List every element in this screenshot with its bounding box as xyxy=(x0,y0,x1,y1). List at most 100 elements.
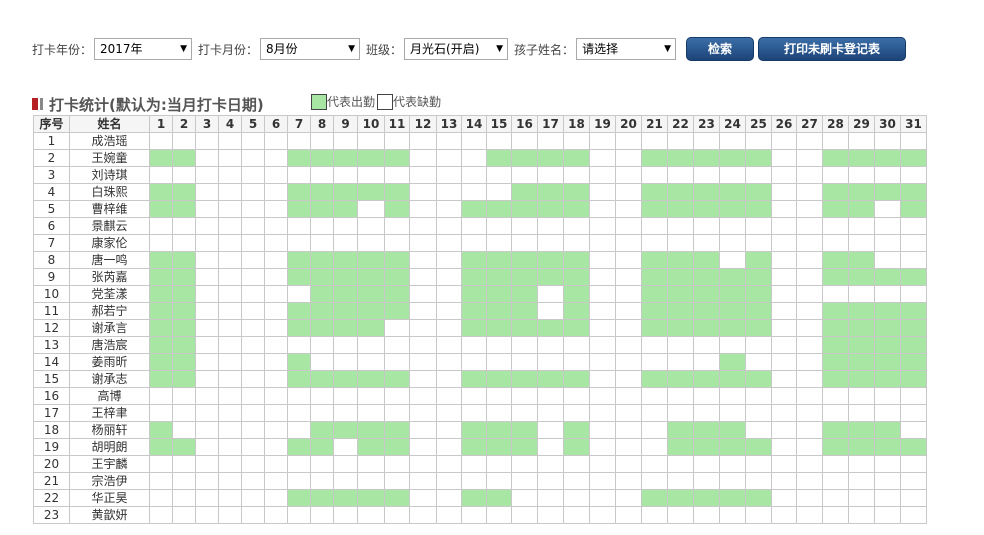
attendance-cell-present xyxy=(333,200,358,218)
attendance-cell-absent xyxy=(172,472,196,490)
header-day: 24 xyxy=(719,115,746,133)
attendance-cell-present xyxy=(719,489,746,507)
attendance-cell-absent xyxy=(264,370,288,388)
attendance-cell-absent xyxy=(264,183,288,201)
attendance-cell-absent xyxy=(486,404,512,422)
attendance-cell-present xyxy=(461,370,487,388)
attendance-cell-present xyxy=(384,438,410,456)
filter-bar: 打卡年份： 2017年 ▼ 打卡月份： 8月份 ▼ 班级： 月光石(开启) ▼ … xyxy=(32,36,907,62)
attendance-cell-absent xyxy=(461,472,487,490)
row-index: 4 xyxy=(33,183,70,201)
attendance-cell-absent xyxy=(241,302,265,320)
attendance-cell-absent xyxy=(589,421,616,439)
attendance-cell-present xyxy=(511,370,538,388)
table-row: 16 高博 xyxy=(33,387,927,405)
attendance-cell-absent xyxy=(436,353,462,371)
row-index: 9 xyxy=(33,268,70,286)
header-day: 31 xyxy=(900,115,927,133)
attendance-cell-absent xyxy=(287,387,311,405)
class-select[interactable]: 月光石(开启) ▼ xyxy=(404,38,509,60)
attendance-cell-present xyxy=(745,149,772,167)
attendance-cell-absent xyxy=(149,234,173,252)
attendance-cell-absent xyxy=(822,285,849,303)
attendance-cell-absent xyxy=(149,472,173,490)
child-name: 唐一鸣 xyxy=(69,251,150,269)
attendance-cell-absent xyxy=(745,336,772,354)
attendance-cell-absent xyxy=(264,404,288,422)
attendance-cell-present xyxy=(693,285,720,303)
attendance-cell-absent xyxy=(172,404,196,422)
attendance-cell-absent xyxy=(264,268,288,286)
row-index: 6 xyxy=(33,217,70,235)
attendance-cell-absent xyxy=(848,455,875,473)
attendance-cell-absent xyxy=(511,404,538,422)
attendance-cell-absent xyxy=(409,200,437,218)
attendance-cell-absent xyxy=(874,489,901,507)
attendance-cell-absent xyxy=(486,183,512,201)
child-select-value: 请选择 xyxy=(582,42,619,56)
attendance-cell-absent xyxy=(195,472,219,490)
attendance-cell-absent xyxy=(409,132,437,150)
table-row: 18 杨丽轩 xyxy=(33,421,927,439)
attendance-cell-absent xyxy=(241,455,265,473)
attendance-cell-absent xyxy=(537,285,564,303)
attendance-cell-present xyxy=(310,149,334,167)
attendance-cell-absent xyxy=(241,268,265,286)
attendance-cell-absent xyxy=(615,268,642,286)
attendance-cell-absent xyxy=(771,166,797,184)
attendance-cell-present xyxy=(486,149,512,167)
attendance-cell-present xyxy=(384,183,410,201)
attendance-cell-present xyxy=(149,353,173,371)
attendance-cell-absent xyxy=(357,200,385,218)
attendance-cell-absent xyxy=(149,506,173,524)
attendance-cell-present xyxy=(563,319,590,337)
attendance-cell-absent xyxy=(264,251,288,269)
attendance-cell-absent xyxy=(771,387,797,405)
attendance-cell-present xyxy=(357,285,385,303)
attendance-cell-absent xyxy=(719,506,746,524)
attendance-cell-absent xyxy=(287,336,311,354)
attendance-cell-absent xyxy=(537,421,564,439)
month-select[interactable]: 8月份 ▼ xyxy=(260,38,361,60)
attendance-cell-present xyxy=(874,421,901,439)
attendance-cell-present xyxy=(310,421,334,439)
attendance-cell-present xyxy=(667,370,694,388)
attendance-cell-absent xyxy=(848,285,875,303)
attendance-cell-present xyxy=(874,336,901,354)
attendance-cell-absent xyxy=(436,200,462,218)
class-label: 班级： xyxy=(366,42,403,57)
child-select[interactable]: 请选择 ▼ xyxy=(576,38,677,60)
legend: 代表出勤 代表缺勤 xyxy=(311,93,443,110)
attendance-cell-absent xyxy=(172,234,196,252)
attendance-cell-present xyxy=(900,438,927,456)
attendance-cell-present xyxy=(511,183,538,201)
table-row: 11 郝若宁 xyxy=(33,302,927,320)
attendance-cell-present xyxy=(287,302,311,320)
attendance-cell-present xyxy=(333,149,358,167)
attendance-cell-absent xyxy=(195,234,219,252)
search-button[interactable]: 检索 xyxy=(686,37,755,61)
attendance-cell-absent xyxy=(436,132,462,150)
attendance-cell-absent xyxy=(310,166,334,184)
attendance-cell-absent xyxy=(436,455,462,473)
attendance-cell-absent xyxy=(563,489,590,507)
attendance-cell-absent xyxy=(589,302,616,320)
attendance-cell-absent xyxy=(796,166,823,184)
table-row: 5 曹梓维 xyxy=(33,200,927,218)
attendance-cell-absent xyxy=(461,353,487,371)
attendance-cell-absent xyxy=(409,285,437,303)
print-unswiped-button[interactable]: 打印未刷卡登记表 xyxy=(758,37,907,61)
attendance-cell-absent xyxy=(218,472,242,490)
child-name: 王宇麟 xyxy=(69,455,150,473)
attendance-cell-present xyxy=(461,319,487,337)
attendance-cell-present xyxy=(900,370,927,388)
attendance-cell-present xyxy=(149,200,173,218)
year-select[interactable]: 2017年 ▼ xyxy=(94,38,193,60)
attendance-cell-present xyxy=(693,489,720,507)
attendance-cell-absent xyxy=(486,217,512,235)
attendance-cell-absent xyxy=(563,455,590,473)
attendance-cell-absent xyxy=(241,387,265,405)
attendance-cell-absent xyxy=(796,353,823,371)
attendance-cell-present xyxy=(537,370,564,388)
attendance-cell-absent xyxy=(310,387,334,405)
